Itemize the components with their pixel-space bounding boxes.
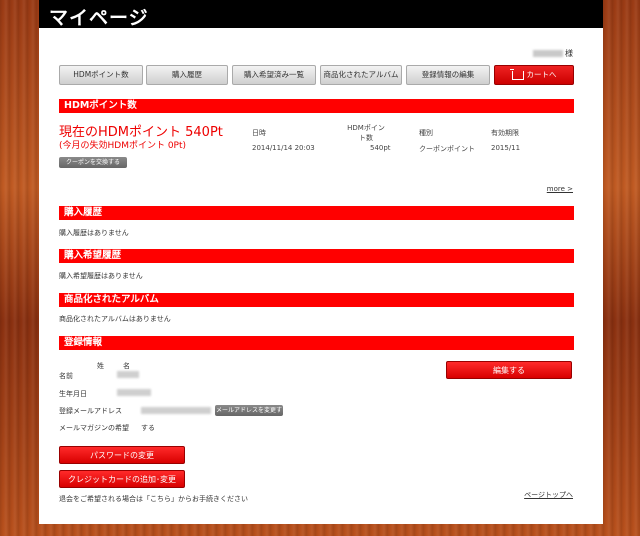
cart-button[interactable]: カートへ [494, 65, 574, 85]
cart-icon [509, 68, 524, 80]
col-date: 日時 [252, 129, 266, 137]
purchase-history-empty: 購入履歴はありません [59, 229, 129, 237]
col-type: 種別 [419, 129, 433, 137]
email-value-redacted [141, 407, 211, 414]
newsletter-value: する [141, 424, 155, 432]
expiring-points: (今月の失効HDMポイント 0Pt) [59, 141, 187, 151]
page-top-link[interactable]: ページトップへ [524, 490, 573, 500]
page-header: マイページ [39, 0, 603, 29]
row-date: 2014/11/14 20:03 [252, 144, 315, 152]
birthday-label: 生年月日 [59, 390, 87, 398]
withdraw-note[interactable]: 退会をご希望される場合は「こちら」からお手続きください [59, 494, 248, 504]
row-type: クーポンポイント [419, 145, 475, 153]
tab-wishlist[interactable]: 購入希望済み一覧 [232, 65, 316, 85]
wishlist-empty: 購入希望履歴はありません [59, 272, 143, 280]
tab-edit-registration[interactable]: 登録情報の編集 [406, 65, 490, 85]
email-label: 登録メールアドレス [59, 407, 122, 415]
name-header-last: 姓 [97, 362, 104, 370]
coupon-exchange-button[interactable]: クーポンを交換する [59, 157, 127, 168]
user-name-redacted [533, 50, 563, 57]
name-label: 名前 [59, 372, 73, 380]
row-expiry: 2015/11 [491, 144, 521, 152]
page-title: マイページ [49, 7, 149, 29]
col-expiry: 有効期限 [491, 129, 519, 137]
name-value-redacted [117, 371, 139, 378]
mypage-panel: 様 HDMポイント数 購入履歴 購入希望済み一覧 商品化されたアルバム 登録情報… [39, 28, 603, 524]
tab-hdm-points[interactable]: HDMポイント数 [59, 65, 143, 85]
edit-registration-button[interactable]: 編集する [446, 361, 572, 379]
col-points: HDMポイント数 [347, 124, 385, 142]
change-email-button[interactable]: メールアドレスを変更する [215, 405, 283, 425]
change-password-button[interactable]: パスワードの変更 [59, 446, 185, 464]
birthday-value-redacted [117, 389, 151, 396]
section-purchase-history-heading: 購入履歴 [59, 206, 574, 220]
section-wishlist-heading: 購入希望履歴 [59, 249, 574, 263]
row-points: 540pt [370, 144, 391, 152]
tab-purchase-history[interactable]: 購入履歴 [146, 65, 228, 85]
user-greeting: 様 [533, 48, 573, 59]
albums-empty: 商品化されたアルバムはありません [59, 315, 171, 323]
section-albums-heading: 商品化されたアルバム [59, 293, 574, 307]
section-registration-heading: 登録情報 [59, 336, 574, 350]
newsletter-label: メールマガジンの希望 [59, 424, 129, 432]
section-points-heading: HDMポイント数 [59, 99, 574, 113]
tab-albums[interactable]: 商品化されたアルバム [320, 65, 402, 85]
name-header-first: 名 [123, 362, 130, 370]
nav-tabs: HDMポイント数 購入履歴 購入希望済み一覧 商品化されたアルバム 登録情報の編… [59, 65, 574, 85]
credit-card-button[interactable]: クレジットカードの追加･変更 [59, 470, 185, 488]
more-link[interactable]: more > [547, 185, 573, 193]
